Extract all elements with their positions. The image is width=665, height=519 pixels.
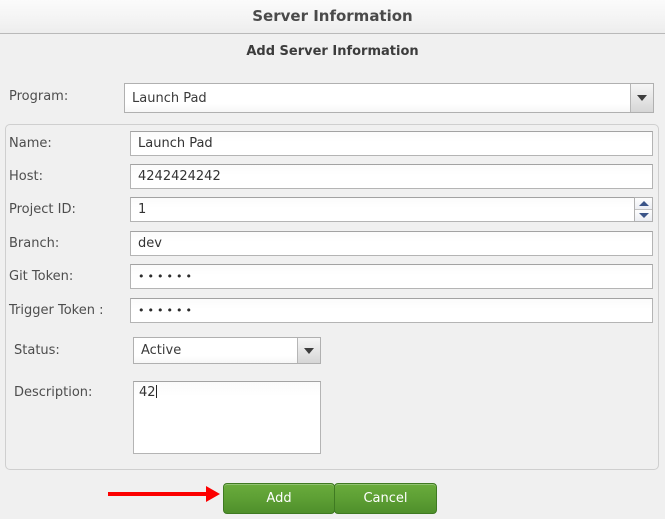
program-select-value: Launch Pad xyxy=(132,90,207,106)
git-token-input[interactable]: •••••• xyxy=(130,264,653,289)
program-select-button[interactable] xyxy=(630,84,653,112)
git-token-label: Git Token: xyxy=(9,269,74,284)
host-label: Host: xyxy=(9,169,43,184)
branch-label: Branch: xyxy=(9,236,60,251)
name-label: Name: xyxy=(9,136,52,151)
cancel-button[interactable]: Cancel xyxy=(334,483,437,514)
name-input[interactable]: Launch Pad xyxy=(130,131,653,156)
program-label: Program: xyxy=(9,89,69,104)
chevron-up-icon xyxy=(638,201,649,206)
program-select[interactable]: Launch Pad xyxy=(124,83,654,113)
server-information-dialog: Server Information Add Server Informatio… xyxy=(0,0,665,519)
branch-input[interactable]: dev xyxy=(130,231,653,256)
host-input[interactable]: 4242424242 xyxy=(130,164,653,189)
text-cursor xyxy=(155,385,157,398)
project-id-input[interactable]: 1 xyxy=(130,197,635,222)
status-select-button[interactable] xyxy=(297,338,320,363)
description-textarea[interactable]: 42 xyxy=(133,381,321,454)
dialog-title: Server Information xyxy=(252,7,413,25)
chevron-down-icon xyxy=(304,347,314,354)
status-select[interactable]: Active xyxy=(133,337,321,364)
annotation-arrow-head xyxy=(206,486,220,502)
chevron-down-icon xyxy=(638,213,649,218)
status-select-value: Active xyxy=(141,343,182,358)
form-subtitle: Add Server Information xyxy=(246,44,419,59)
chevron-down-icon xyxy=(637,95,647,101)
project-id-stepper[interactable] xyxy=(634,197,653,222)
project-id-label: Project ID: xyxy=(9,202,76,217)
trigger-token-label: Trigger Token : xyxy=(9,303,104,318)
trigger-token-input[interactable]: •••••• xyxy=(130,298,653,323)
add-button[interactable]: Add xyxy=(223,483,335,514)
stepper-decrement-button[interactable] xyxy=(635,209,652,221)
stepper-increment-button[interactable] xyxy=(635,198,652,209)
dialog-titlebar: Server Information xyxy=(0,0,665,34)
description-value: 42 xyxy=(139,385,156,400)
status-label: Status: xyxy=(14,343,60,358)
description-label: Description: xyxy=(14,385,93,400)
annotation-arrow-line xyxy=(108,492,208,496)
